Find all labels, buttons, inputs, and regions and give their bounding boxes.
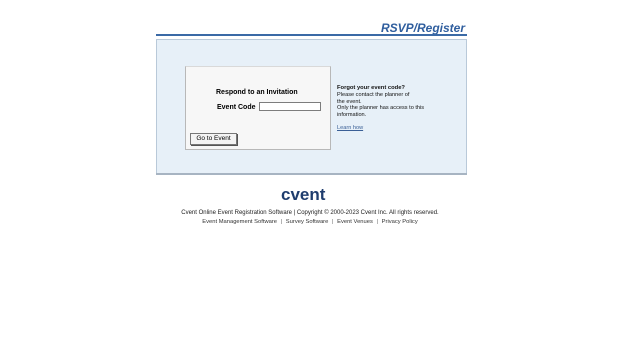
footer-link-venues[interactable]: Event Venues: [337, 219, 373, 225]
help-line: Please contact the planner of: [337, 91, 410, 98]
separator: |: [331, 219, 334, 225]
event-code-input[interactable]: [259, 102, 321, 111]
header-divider: [156, 34, 467, 36]
cvent-logo-icon: cvent: [281, 185, 326, 203]
footer-link-privacy[interactable]: Privacy Policy: [382, 219, 418, 225]
help-line: Only the planner has access to this: [337, 105, 425, 112]
help-line: the event.: [337, 98, 362, 105]
page-title: RSVP/Register: [380, 21, 465, 35]
separator: |: [376, 219, 379, 225]
help-text: Forgot your event code? Please contact t…: [337, 85, 457, 132]
rsvp-panel: Respond to an Invitation Event Code Go t…: [156, 39, 467, 174]
footer-link-survey[interactable]: Survey Software: [286, 219, 329, 225]
event-code-box: Respond to an Invitation Event Code Go t…: [185, 66, 331, 150]
footer-links: Event Management Software | Survey Softw…: [0, 219, 620, 225]
respond-heading: Respond to an Invitation: [216, 89, 298, 96]
separator: |: [280, 219, 283, 225]
go-to-event-button[interactable]: Go to Event: [190, 133, 237, 145]
copyright-text: Cvent Online Event Registration Software…: [181, 210, 439, 216]
footer-link-event-management[interactable]: Event Management Software: [202, 219, 277, 225]
panel-shadow: [156, 173, 467, 175]
learn-how-link[interactable]: Learn how: [337, 125, 457, 132]
help-title: Forgot your event code?: [337, 85, 405, 91]
event-code-label: Event Code: [217, 104, 256, 111]
logo-text: cvent: [281, 185, 326, 203]
help-line: information.: [337, 112, 367, 119]
